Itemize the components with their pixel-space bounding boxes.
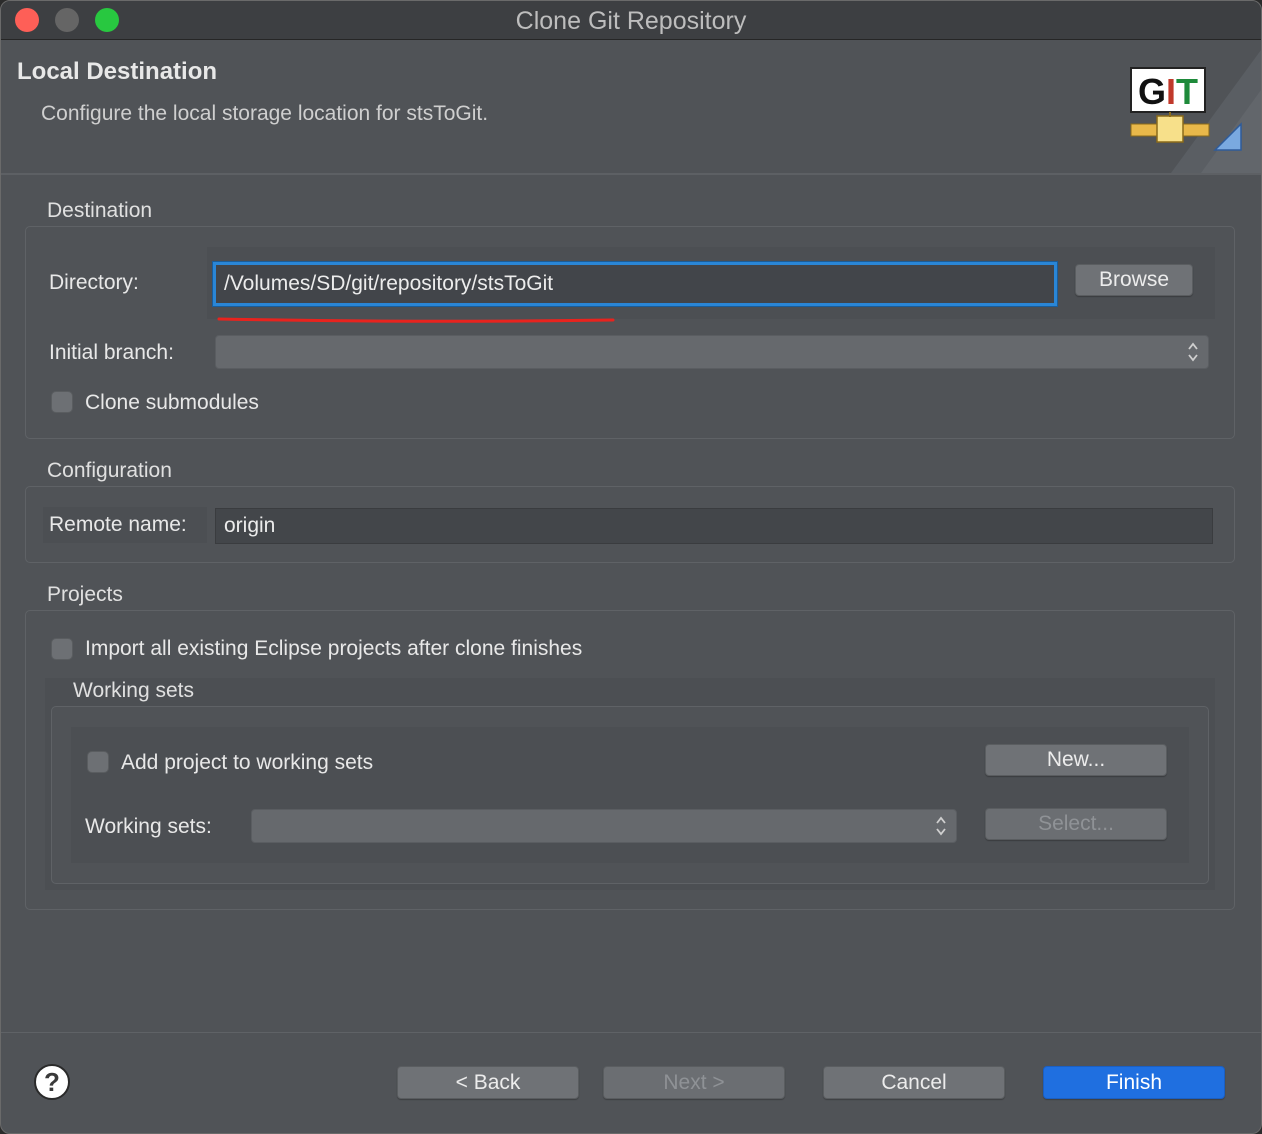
directory-input[interactable]: /Volumes/SD/git/repository/stsToGit [213, 262, 1057, 306]
clone-submodules-label: Clone submodules [85, 391, 259, 414]
remote-name-value: origin [224, 514, 276, 537]
add-to-working-sets-checkbox[interactable] [87, 751, 109, 773]
working-sets-label: Working sets: [85, 815, 212, 838]
working-sets-select[interactable] [251, 809, 957, 843]
wizard-header: Local Destination Configure the local st… [1, 40, 1261, 175]
import-projects-checkbox[interactable] [51, 638, 73, 660]
browse-button[interactable]: Browse [1075, 264, 1193, 296]
back-button[interactable]: < Back [397, 1066, 579, 1099]
svg-text:GIT: GIT [1138, 71, 1198, 112]
clone-submodules-checkbox[interactable] [51, 391, 73, 413]
add-to-working-sets-label: Add project to working sets [121, 751, 374, 774]
git-logo-icon: GIT [1130, 50, 1261, 173]
select-working-sets-button[interactable]: Select... [985, 808, 1167, 840]
next-button[interactable]: Next > [603, 1066, 785, 1099]
directory-input-value: /Volumes/SD/git/repository/stsToGit [224, 272, 554, 295]
footer-separator [1, 1032, 1261, 1033]
title-bar: Clone Git Repository [1, 1, 1261, 40]
clone-git-dialog: Clone Git Repository Local Destination C… [0, 0, 1262, 1134]
svg-text:?: ? [44, 1067, 60, 1097]
updown-arrows-icon [1188, 342, 1198, 362]
initial-branch-label: Initial branch: [49, 341, 174, 364]
initial-branch-select[interactable] [215, 335, 1209, 369]
annotation-underline [217, 317, 615, 323]
page-title: Local Destination [17, 58, 218, 85]
projects-group-label: Projects [47, 583, 123, 606]
configuration-group-label: Configuration [47, 459, 172, 482]
updown-arrows-icon [936, 816, 946, 836]
finish-button[interactable]: Finish [1043, 1066, 1225, 1099]
new-working-set-button[interactable]: New... [985, 744, 1167, 776]
help-icon[interactable]: ? [33, 1063, 71, 1101]
window-title: Clone Git Repository [515, 7, 747, 35]
destination-group-label: Destination [47, 199, 153, 222]
working-sets-group-label: Working sets [73, 679, 194, 702]
remote-name-label: Remote name: [49, 513, 187, 536]
page-description: Configure the local storage location for… [41, 102, 489, 125]
directory-label: Directory: [49, 271, 139, 294]
remote-name-input[interactable]: origin [215, 508, 1213, 544]
cancel-button[interactable]: Cancel [823, 1066, 1005, 1099]
import-projects-label: Import all existing Eclipse projects aft… [85, 637, 583, 660]
